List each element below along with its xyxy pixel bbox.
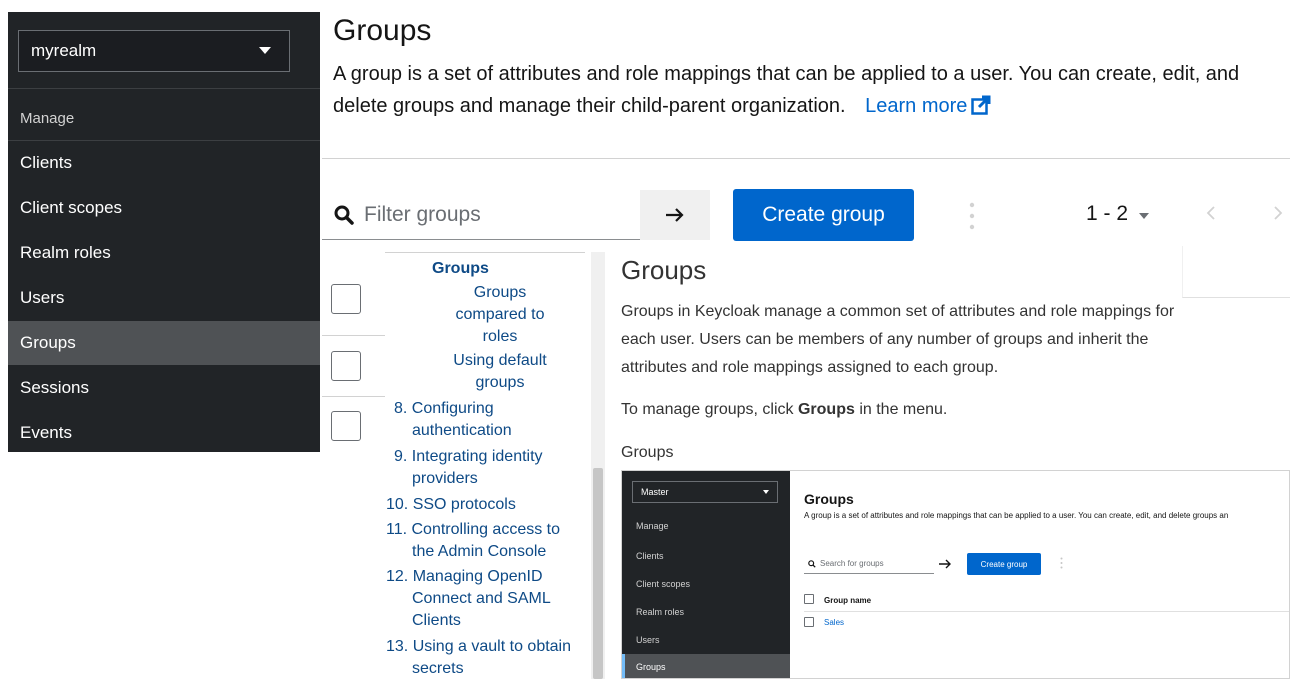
sidebar-item-users[interactable]: Users <box>8 276 320 320</box>
page-description-text: A group is a set of attributes and role … <box>333 63 1240 117</box>
figure-sidebar: Master Manage Clients Client scopes Real… <box>622 471 790 678</box>
sidebar-item-realm-roles[interactable]: Realm roles <box>8 231 320 275</box>
table-header-stub <box>1182 246 1290 298</box>
figure-realm-label: Master <box>641 487 669 497</box>
doc-text: To manage groups, click <box>621 401 798 418</box>
learn-more-link[interactable]: Learn more <box>865 95 991 117</box>
sidebar-item-client-scopes[interactable]: Client scopes <box>8 186 320 230</box>
figure-sidebar-item: Client scopes <box>636 579 691 589</box>
figure-sidebar-item-active: Groups <box>622 654 790 678</box>
doc-paragraph: Groups in Keycloak manage a common set o… <box>621 303 1175 376</box>
doc-heading: Groups <box>621 255 707 285</box>
toc-top-divider <box>385 252 585 253</box>
figure-title: Groups <box>804 491 854 507</box>
toc-item-integrating-identity-providers[interactable]: 9. Integrating identity providers <box>394 446 584 490</box>
arrow-right-icon <box>939 559 951 569</box>
sidebar-item-sessions[interactable]: Sessions <box>8 366 320 410</box>
kebab-menu-icon[interactable] <box>968 200 976 232</box>
sidebar-item-events[interactable]: Events <box>8 411 320 455</box>
toc-item-configuring-authentication[interactable]: 8. Configuring authentication <box>394 398 574 442</box>
figure-column-header: Group name <box>824 596 872 605</box>
figure-checkbox <box>804 617 814 627</box>
caret-down-icon <box>763 490 769 494</box>
doc-figure-caption: Groups <box>621 444 674 461</box>
figure-realm-selector: Master <box>632 481 778 503</box>
pagination-range[interactable]: 1 - 2 <box>1086 202 1128 226</box>
row-divider <box>322 396 385 397</box>
figure-create-button: Create group <box>967 553 1041 575</box>
toc-scrollbar-thumb[interactable] <box>593 468 603 679</box>
toc-item-using-default-groups[interactable]: Using default groups <box>440 350 560 394</box>
chevron-left-icon[interactable] <box>1205 204 1217 222</box>
figure-sidebar-item: Users <box>636 635 660 645</box>
create-group-button[interactable]: Create group <box>733 189 914 241</box>
figure-row-link: Sales <box>824 618 845 627</box>
figure-description: A group is a set of attributes and role … <box>804 511 1229 520</box>
figure-sidebar-item: Clients <box>636 551 664 561</box>
caret-down-icon <box>259 47 271 54</box>
filter-groups-field[interactable] <box>322 190 640 240</box>
search-icon <box>334 205 354 225</box>
row-checkbox[interactable] <box>331 351 361 381</box>
row-checkbox[interactable] <box>331 411 361 441</box>
doc-paragraph-instructions: To manage groups, click Groups in the me… <box>621 396 1191 424</box>
header-divider <box>322 158 1290 159</box>
caret-down-icon[interactable] <box>1139 213 1149 219</box>
toc-item-controlling-access[interactable]: 11. Controlling access to the Admin Cons… <box>386 519 581 563</box>
toc-item-groups[interactable]: Groups <box>432 258 489 280</box>
doc-text: in the menu. <box>854 401 948 418</box>
external-link-icon <box>971 95 991 115</box>
row-divider <box>322 335 385 336</box>
figure-search-field: Search for groups <box>804 554 934 574</box>
toc-item-groups-compared-to-roles[interactable]: Groups compared to roles <box>440 282 560 348</box>
doc-text-bold: Groups <box>797 401 855 418</box>
sidebar: myrealm Manage Clients Client scopes Rea… <box>8 12 320 452</box>
realm-selector[interactable]: myrealm <box>18 30 290 72</box>
page-description: A group is a set of attributes and role … <box>333 58 1288 122</box>
arrow-right-icon <box>666 208 684 222</box>
search-icon <box>808 559 816 568</box>
toc-item-managing-clients[interactable]: 12. Managing OpenID Connect and SAML Cli… <box>386 566 581 632</box>
sidebar-section-manage: Manage <box>20 110 75 127</box>
sidebar-item-clients[interactable]: Clients <box>8 141 320 185</box>
chevron-right-icon[interactable] <box>1272 204 1284 222</box>
toc-item-sso-protocols[interactable]: 10. SSO protocols <box>386 494 581 516</box>
figure-sidebar-section: Manage <box>636 521 669 531</box>
search-submit-button[interactable] <box>640 190 710 240</box>
kebab-menu-icon <box>1060 557 1063 569</box>
realm-selector-label: myrealm <box>31 41 97 60</box>
figure-row-divider <box>804 611 1289 612</box>
figure-sidebar-item: Realm roles <box>636 607 685 617</box>
row-checkbox[interactable] <box>331 284 361 314</box>
figure-checkbox <box>804 594 814 604</box>
learn-more-label: Learn more <box>865 95 968 117</box>
doc-figure-screenshot: Master Manage Clients Client scopes Real… <box>621 470 1290 679</box>
toc-item-using-a-vault[interactable]: 13. Using a vault to obtain secrets <box>386 636 581 679</box>
page-title: Groups <box>333 14 432 47</box>
sidebar-item-groups[interactable]: Groups <box>8 321 320 365</box>
sidebar-divider <box>8 88 320 89</box>
filter-groups-input[interactable] <box>364 202 624 227</box>
figure-search-placeholder: Search for groups <box>820 559 884 568</box>
